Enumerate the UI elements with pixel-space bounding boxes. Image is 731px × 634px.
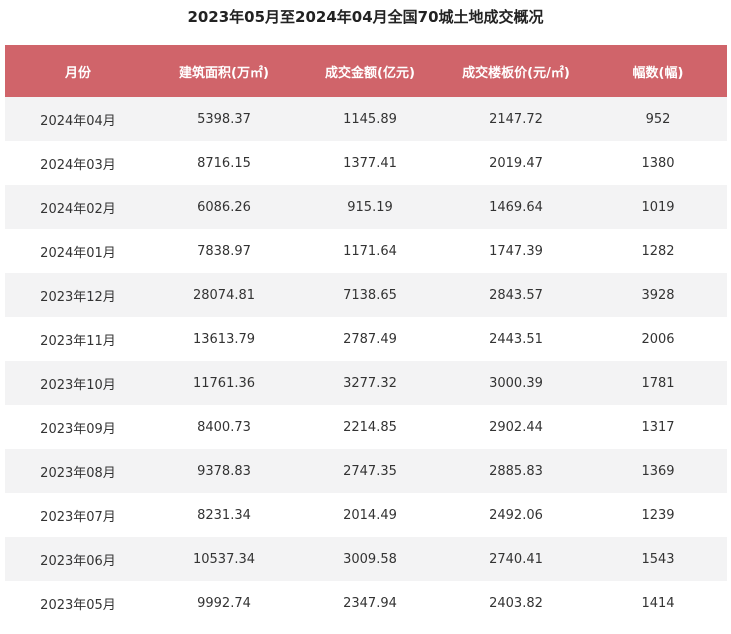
cell-month: 2024年03月 [40, 157, 116, 173]
cell-parcel-count: 3928 [641, 287, 675, 303]
cell-floor-area: 28074.81 [192, 287, 256, 303]
cell-floor-price: 2843.57 [489, 287, 543, 303]
table-row: 2024年04月 5398.37 1145.89 2147.72 952 [5, 97, 727, 141]
cell-floor-area: 7838.97 [197, 243, 251, 259]
cell-parcel-count: 952 [645, 111, 671, 127]
cell-floor-area: 8231.34 [197, 507, 251, 523]
table-row: 2023年07月 8231.34 2014.49 2492.06 1239 [5, 493, 727, 537]
table-row: 2023年09月 8400.73 2214.85 2902.44 1317 [5, 405, 727, 449]
cell-month: 2023年11月 [40, 333, 116, 349]
header-month: 月份 [64, 65, 91, 81]
cell-floor-area: 5398.37 [197, 111, 251, 127]
cell-floor-price: 2443.51 [489, 331, 543, 347]
cell-transaction-amount: 2214.85 [343, 419, 397, 435]
cell-floor-price: 3000.39 [489, 375, 543, 391]
cell-transaction-amount: 1171.64 [343, 243, 397, 259]
table-row: 2023年05月 9992.74 2347.94 2403.82 1414 [5, 581, 727, 625]
land-transaction-table-container: 月份 建筑面积(万㎡) 成交金额(亿元) 成交楼板价(元/㎡) 幅数(幅) 20… [5, 45, 727, 625]
header-parcel-count: 幅数(幅) [632, 65, 684, 81]
table-row: 2023年06月 10537.34 3009.58 2740.41 1543 [5, 537, 727, 581]
cell-floor-price: 2740.41 [489, 551, 543, 567]
cell-parcel-count: 1317 [641, 419, 675, 435]
cell-transaction-amount: 3277.32 [343, 375, 397, 391]
table-row: 2024年01月 7838.97 1171.64 1747.39 1282 [5, 229, 727, 273]
table-row: 2023年12月 28074.81 7138.65 2843.57 3928 [5, 273, 727, 317]
cell-parcel-count: 1282 [641, 243, 675, 259]
header-floor-price: 成交楼板价(元/㎡) [462, 65, 570, 81]
cell-transaction-amount: 2014.49 [343, 507, 397, 523]
table-row: 2024年03月 8716.15 1377.41 2019.47 1380 [5, 141, 727, 185]
table-body: 2024年04月 5398.37 1145.89 2147.72 952 2024年03月… [5, 97, 727, 625]
cell-transaction-amount: 1145.89 [343, 111, 397, 127]
cell-transaction-amount: 3009.58 [343, 551, 397, 567]
cell-parcel-count: 2006 [641, 331, 675, 347]
cell-month: 2024年01月 [40, 245, 116, 261]
cell-parcel-count: 1781 [641, 375, 675, 391]
cell-parcel-count: 1414 [641, 595, 675, 611]
cell-month: 2024年04月 [40, 113, 116, 129]
cell-floor-price: 2147.72 [489, 111, 543, 127]
cell-transaction-amount: 2747.35 [343, 463, 397, 479]
cell-transaction-amount: 1377.41 [343, 155, 397, 171]
cell-month: 2023年10月 [40, 377, 116, 393]
cell-month: 2024年02月 [40, 201, 116, 217]
cell-month: 2023年07月 [40, 509, 116, 525]
cell-floor-area: 8400.73 [197, 419, 251, 435]
cell-parcel-count: 1369 [641, 463, 675, 479]
table-row: 2023年08月 9378.83 2747.35 2885.83 1369 [5, 449, 727, 493]
page-title: 2023年05月至2024年04月全国70城土地成交概况 [187, 8, 544, 26]
cell-floor-price: 1469.64 [489, 199, 543, 215]
cell-floor-price: 1747.39 [489, 243, 543, 259]
table-row: 2023年11月 13613.79 2787.49 2443.51 2006 [5, 317, 727, 361]
cell-month: 2023年12月 [40, 289, 116, 305]
cell-transaction-amount: 915.19 [347, 199, 393, 215]
cell-transaction-amount: 2347.94 [343, 595, 397, 611]
cell-month: 2023年09月 [40, 421, 116, 437]
table-header: 月份 建筑面积(万㎡) 成交金额(亿元) 成交楼板价(元/㎡) 幅数(幅) [5, 45, 727, 97]
cell-month: 2023年06月 [40, 553, 116, 569]
cell-floor-area: 13613.79 [192, 331, 256, 347]
cell-floor-price: 2019.47 [489, 155, 543, 171]
cell-transaction-amount: 2787.49 [343, 331, 397, 347]
cell-month: 2023年08月 [40, 465, 116, 481]
table-header-row: 月份 建筑面积(万㎡) 成交金额(亿元) 成交楼板价(元/㎡) 幅数(幅) [5, 45, 727, 97]
cell-parcel-count: 1543 [641, 551, 675, 567]
cell-parcel-count: 1019 [641, 199, 675, 215]
table-row: 2023年10月 11761.36 3277.32 3000.39 1781 [5, 361, 727, 405]
cell-parcel-count: 1380 [641, 155, 675, 171]
table-row: 2024年02月 6086.26 915.19 1469.64 1019 [5, 185, 727, 229]
land-transaction-table: 月份 建筑面积(万㎡) 成交金额(亿元) 成交楼板价(元/㎡) 幅数(幅) 20… [5, 45, 727, 625]
cell-floor-area: 9992.74 [197, 595, 251, 611]
cell-floor-area: 8716.15 [197, 155, 251, 171]
cell-floor-area: 10537.34 [192, 551, 256, 567]
cell-transaction-amount: 7138.65 [343, 287, 397, 303]
cell-floor-area: 6086.26 [197, 199, 251, 215]
cell-floor-area: 11761.36 [192, 375, 256, 391]
cell-floor-price: 2403.82 [489, 595, 543, 611]
cell-floor-price: 2902.44 [489, 419, 543, 435]
header-floor-area: 建筑面积(万㎡) [179, 65, 269, 81]
cell-parcel-count: 1239 [641, 507, 675, 523]
cell-floor-price: 2885.83 [489, 463, 543, 479]
cell-floor-area: 9378.83 [197, 463, 251, 479]
header-transaction-amount: 成交金额(亿元) [325, 65, 415, 81]
cell-month: 2023年05月 [40, 597, 116, 613]
cell-floor-price: 2492.06 [489, 507, 543, 523]
